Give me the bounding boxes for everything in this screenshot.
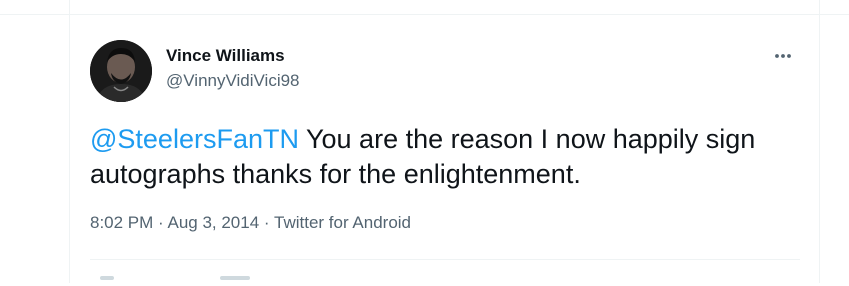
partial-icon bbox=[220, 276, 250, 280]
timeline-left-border bbox=[69, 0, 70, 283]
tweet-divider-top bbox=[0, 14, 849, 15]
tweet-date-link[interactable]: Aug 3, 2014 bbox=[167, 213, 259, 232]
partial-icon bbox=[100, 276, 114, 280]
meta-separator: · bbox=[259, 213, 274, 232]
tweet-metadata: 8:02 PM · Aug 3, 2014 · Twitter for Andr… bbox=[90, 213, 411, 233]
tweet-text: @SteelersFanTN You are the reason I now … bbox=[90, 122, 805, 192]
avatar-image bbox=[90, 40, 152, 102]
author-display-name[interactable]: Vince Williams bbox=[166, 46, 285, 66]
tweet-time-link[interactable]: 8:02 PM bbox=[90, 213, 153, 232]
more-options-button[interactable] bbox=[768, 46, 798, 66]
avatar[interactable] bbox=[90, 40, 152, 102]
tweet-divider-bottom bbox=[90, 259, 800, 260]
author-handle[interactable]: @VinnyVidiVici98 bbox=[166, 71, 300, 91]
engagement-row-partial bbox=[100, 276, 300, 286]
more-horizontal-icon bbox=[775, 54, 791, 58]
mention-link[interactable]: @SteelersFanTN bbox=[90, 124, 299, 154]
tweet-source-link[interactable]: Twitter for Android bbox=[274, 213, 411, 232]
meta-separator: · bbox=[153, 213, 168, 232]
timeline-right-border bbox=[819, 0, 820, 283]
previous-tweet-actions bbox=[180, 0, 240, 4]
